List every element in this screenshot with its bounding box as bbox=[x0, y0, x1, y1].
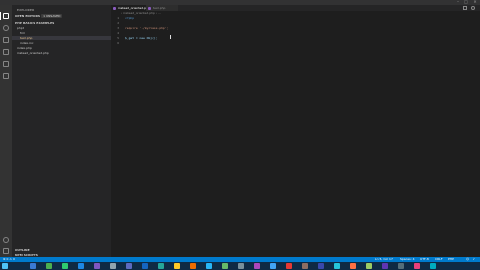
taskbar-app-icon[interactable] bbox=[254, 263, 260, 269]
tree-item[interactable]: index.inc bbox=[12, 41, 111, 45]
taskbar-app-icon[interactable] bbox=[94, 263, 100, 269]
taskbar-app-icon[interactable] bbox=[62, 263, 68, 269]
active-indicator bbox=[0, 12, 1, 20]
text-cursor bbox=[170, 35, 171, 39]
taskbar-app-icon[interactable] bbox=[174, 263, 180, 269]
taskbar-app-icon[interactable] bbox=[206, 263, 212, 269]
tree-item-label: frm bbox=[20, 31, 26, 35]
taskbar-app-icon[interactable] bbox=[270, 263, 276, 269]
close-window-icon[interactable]: ✕ bbox=[472, 0, 478, 4]
tree-item[interactable]: index.php bbox=[12, 46, 111, 50]
search-icon[interactable] bbox=[3, 25, 9, 31]
taskbar-app-icon[interactable] bbox=[286, 263, 292, 269]
taskbar-app-icon[interactable] bbox=[382, 263, 388, 269]
taskbar-app-icon[interactable] bbox=[302, 263, 308, 269]
source-control-icon[interactable] bbox=[3, 37, 9, 43]
tree-item-label: instead_oriented.php bbox=[17, 51, 49, 55]
taskbar-app-icon[interactable] bbox=[398, 263, 404, 269]
extensions-icon[interactable] bbox=[3, 61, 9, 67]
taskbar-app-icon[interactable] bbox=[238, 263, 244, 269]
open-editors-section[interactable]: OPEN EDITORS 1 UNSAVED bbox=[15, 14, 63, 18]
outline-section[interactable]: OUTLINE bbox=[15, 248, 30, 252]
taskbar-app-icon[interactable] bbox=[430, 263, 436, 269]
taskbar-app-icon[interactable] bbox=[78, 263, 84, 269]
line-number: 6 bbox=[117, 41, 119, 45]
os-taskbar bbox=[0, 262, 480, 270]
tree-item[interactable]: phpt bbox=[12, 26, 111, 30]
taskbar-app-icon[interactable] bbox=[190, 263, 196, 269]
php-file-icon bbox=[148, 6, 151, 10]
tree-item-label: index.inc bbox=[20, 41, 34, 45]
taskbar-app-icon[interactable] bbox=[126, 263, 132, 269]
explorer-sidebar: EXPLORER OPEN EDITORS 1 UNSAVED PHP BASIC… bbox=[12, 5, 111, 257]
taskbar-app-icon[interactable] bbox=[46, 263, 52, 269]
taskbar-app-icon[interactable] bbox=[30, 263, 36, 269]
explorer-icon[interactable] bbox=[3, 13, 9, 19]
tree-item[interactable]: instead_oriented.php bbox=[12, 51, 111, 55]
taskbar-app-icon[interactable] bbox=[334, 263, 340, 269]
taskbar-app-icon[interactable] bbox=[318, 263, 324, 269]
tree-item[interactable]: frm bbox=[12, 31, 111, 35]
split-editor-icon[interactable] bbox=[463, 6, 467, 10]
line-number: 3 bbox=[117, 26, 119, 30]
tab-label: test.php bbox=[153, 6, 166, 10]
activity-bar bbox=[0, 5, 12, 257]
line-number: 5 bbox=[117, 36, 119, 40]
code-line[interactable]: require './myclass.php'; bbox=[125, 26, 168, 30]
line-number: 2 bbox=[117, 21, 119, 25]
settings-gear-icon[interactable] bbox=[3, 248, 9, 254]
account-icon[interactable] bbox=[3, 237, 9, 243]
code-line[interactable]: <?php bbox=[125, 16, 134, 20]
php-file-icon bbox=[113, 6, 116, 10]
taskbar-app-icon[interactable] bbox=[414, 263, 420, 269]
maximize-icon[interactable]: □ bbox=[463, 0, 469, 4]
taskbar-app-icon[interactable] bbox=[158, 263, 164, 269]
tab-bar: instead_oriented.php × test.php bbox=[111, 5, 480, 11]
breadcrumb[interactable]: › instead_oriented.php › ... bbox=[121, 11, 161, 15]
open-editors-label: OPEN EDITORS bbox=[15, 14, 41, 18]
taskbar-app-icon[interactable] bbox=[366, 263, 372, 269]
line-number: 4 bbox=[117, 31, 119, 35]
debug-icon[interactable] bbox=[3, 49, 9, 55]
taskbar-app-icon[interactable] bbox=[222, 263, 228, 269]
minimize-icon[interactable]: – bbox=[455, 0, 461, 4]
remote-explorer-icon[interactable] bbox=[3, 73, 9, 79]
editor-area: instead_oriented.php × test.php › instea… bbox=[111, 5, 480, 257]
code-line[interactable]: $_get = new Obj(); bbox=[125, 36, 158, 40]
unsaved-badge: 1 UNSAVED bbox=[41, 14, 63, 18]
start-menu-icon[interactable] bbox=[2, 263, 8, 269]
tree-item-label: phpt bbox=[17, 26, 24, 30]
taskbar-app-icon[interactable] bbox=[350, 263, 356, 269]
more-actions-icon[interactable] bbox=[471, 6, 475, 10]
explorer-title: EXPLORER bbox=[17, 8, 35, 12]
tree-item-label: test.php bbox=[20, 36, 33, 40]
tree-item[interactable]: test.php bbox=[12, 36, 111, 40]
tree-item-label: index.php bbox=[17, 46, 32, 50]
taskbar-app-icon[interactable] bbox=[142, 263, 148, 269]
project-section[interactable]: PHP BASICS EXAMPLES bbox=[15, 21, 54, 25]
taskbar-app-icon[interactable] bbox=[110, 263, 116, 269]
line-number: 1 bbox=[117, 16, 119, 20]
